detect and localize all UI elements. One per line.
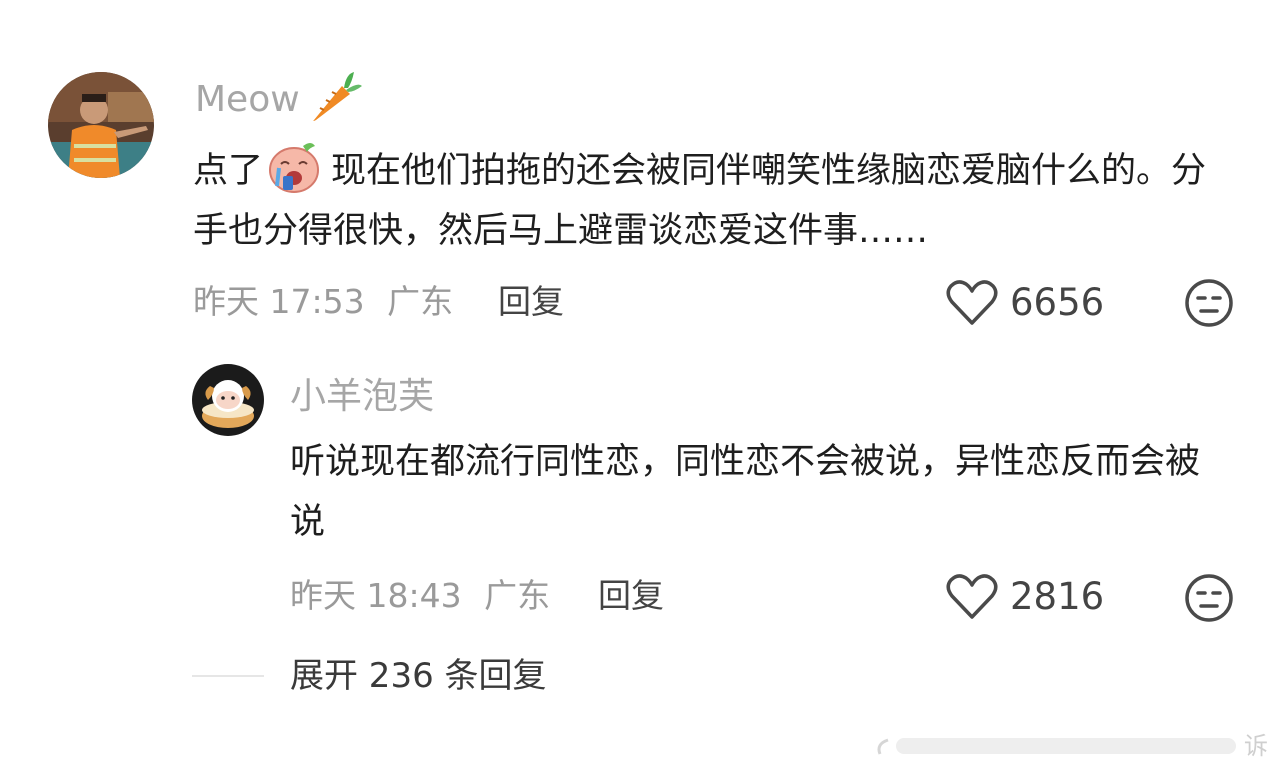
avatar[interactable] (192, 364, 264, 436)
avatar-image (48, 72, 154, 178)
crying-face-sticker-icon (265, 140, 323, 194)
avatar-image (192, 364, 264, 436)
watermark-logo-icon: 诉 (877, 733, 1268, 760)
expand-replies-button[interactable]: 展开 236 条回复 (290, 656, 547, 696)
comment-username[interactable]: Meow (195, 78, 300, 122)
comment-time: 昨天 17:53 (193, 282, 365, 321)
dislike-button[interactable] (1184, 573, 1234, 627)
expand-replies-label[interactable]: 展开 236 条回复 (290, 656, 547, 696)
dislike-button[interactable] (1184, 278, 1234, 332)
like-count: 6656 (1010, 281, 1105, 324)
neutral-face-icon (1185, 574, 1233, 622)
comment-text-part: 点了 (193, 151, 264, 191)
reply-button[interactable]: 回复 (498, 282, 564, 322)
like-button[interactable]: 2816 (946, 574, 1104, 620)
comment-text-part: 现在他们拍拖的还会被同伴嘲笑性缘脑恋爱脑什么的。分手也分得很快，然后马上避雷谈恋… (193, 151, 1207, 251)
comment-meta: 昨天 18:43 广东 (290, 576, 550, 616)
comment-time: 昨天 18:43 (290, 576, 462, 615)
username-text[interactable]: 小羊泡芙 (290, 376, 434, 417)
carrot-icon (306, 70, 362, 124)
comment-username[interactable]: 小羊泡芙 (290, 375, 434, 419)
like-button[interactable]: 6656 (946, 280, 1104, 326)
divider (192, 675, 264, 677)
watermark: 诉 (872, 724, 1272, 764)
heart-icon (946, 574, 998, 619)
like-count: 2816 (1010, 575, 1105, 618)
comment-meta: 昨天 17:53 广东 (193, 282, 453, 322)
heart-icon (946, 280, 998, 325)
neutral-face-icon (1185, 279, 1233, 327)
svg-text:诉: 诉 (1244, 733, 1268, 760)
username-text[interactable]: Meow (195, 79, 300, 120)
comment-location: 广东 (484, 576, 551, 615)
comment-location: 广东 (387, 282, 454, 321)
avatar[interactable] (48, 72, 154, 178)
reply-label[interactable]: 回复 (598, 576, 664, 615)
reply-button[interactable]: 回复 (598, 576, 664, 616)
comment-text-body: 听说现在都流行同性恋，同性恋不会被说，异性恋反而会被说 (290, 442, 1201, 542)
reply-label[interactable]: 回复 (498, 282, 564, 321)
comment-text: 听说现在都流行同性恋，同性恋不会被说，异性恋反而会被说 (290, 432, 1230, 552)
comment-text: 点了 现在他们拍拖的还会被同伴嘲笑性缘脑恋爱脑什么的。分手也分得很快，然后马上避… (193, 140, 1233, 261)
